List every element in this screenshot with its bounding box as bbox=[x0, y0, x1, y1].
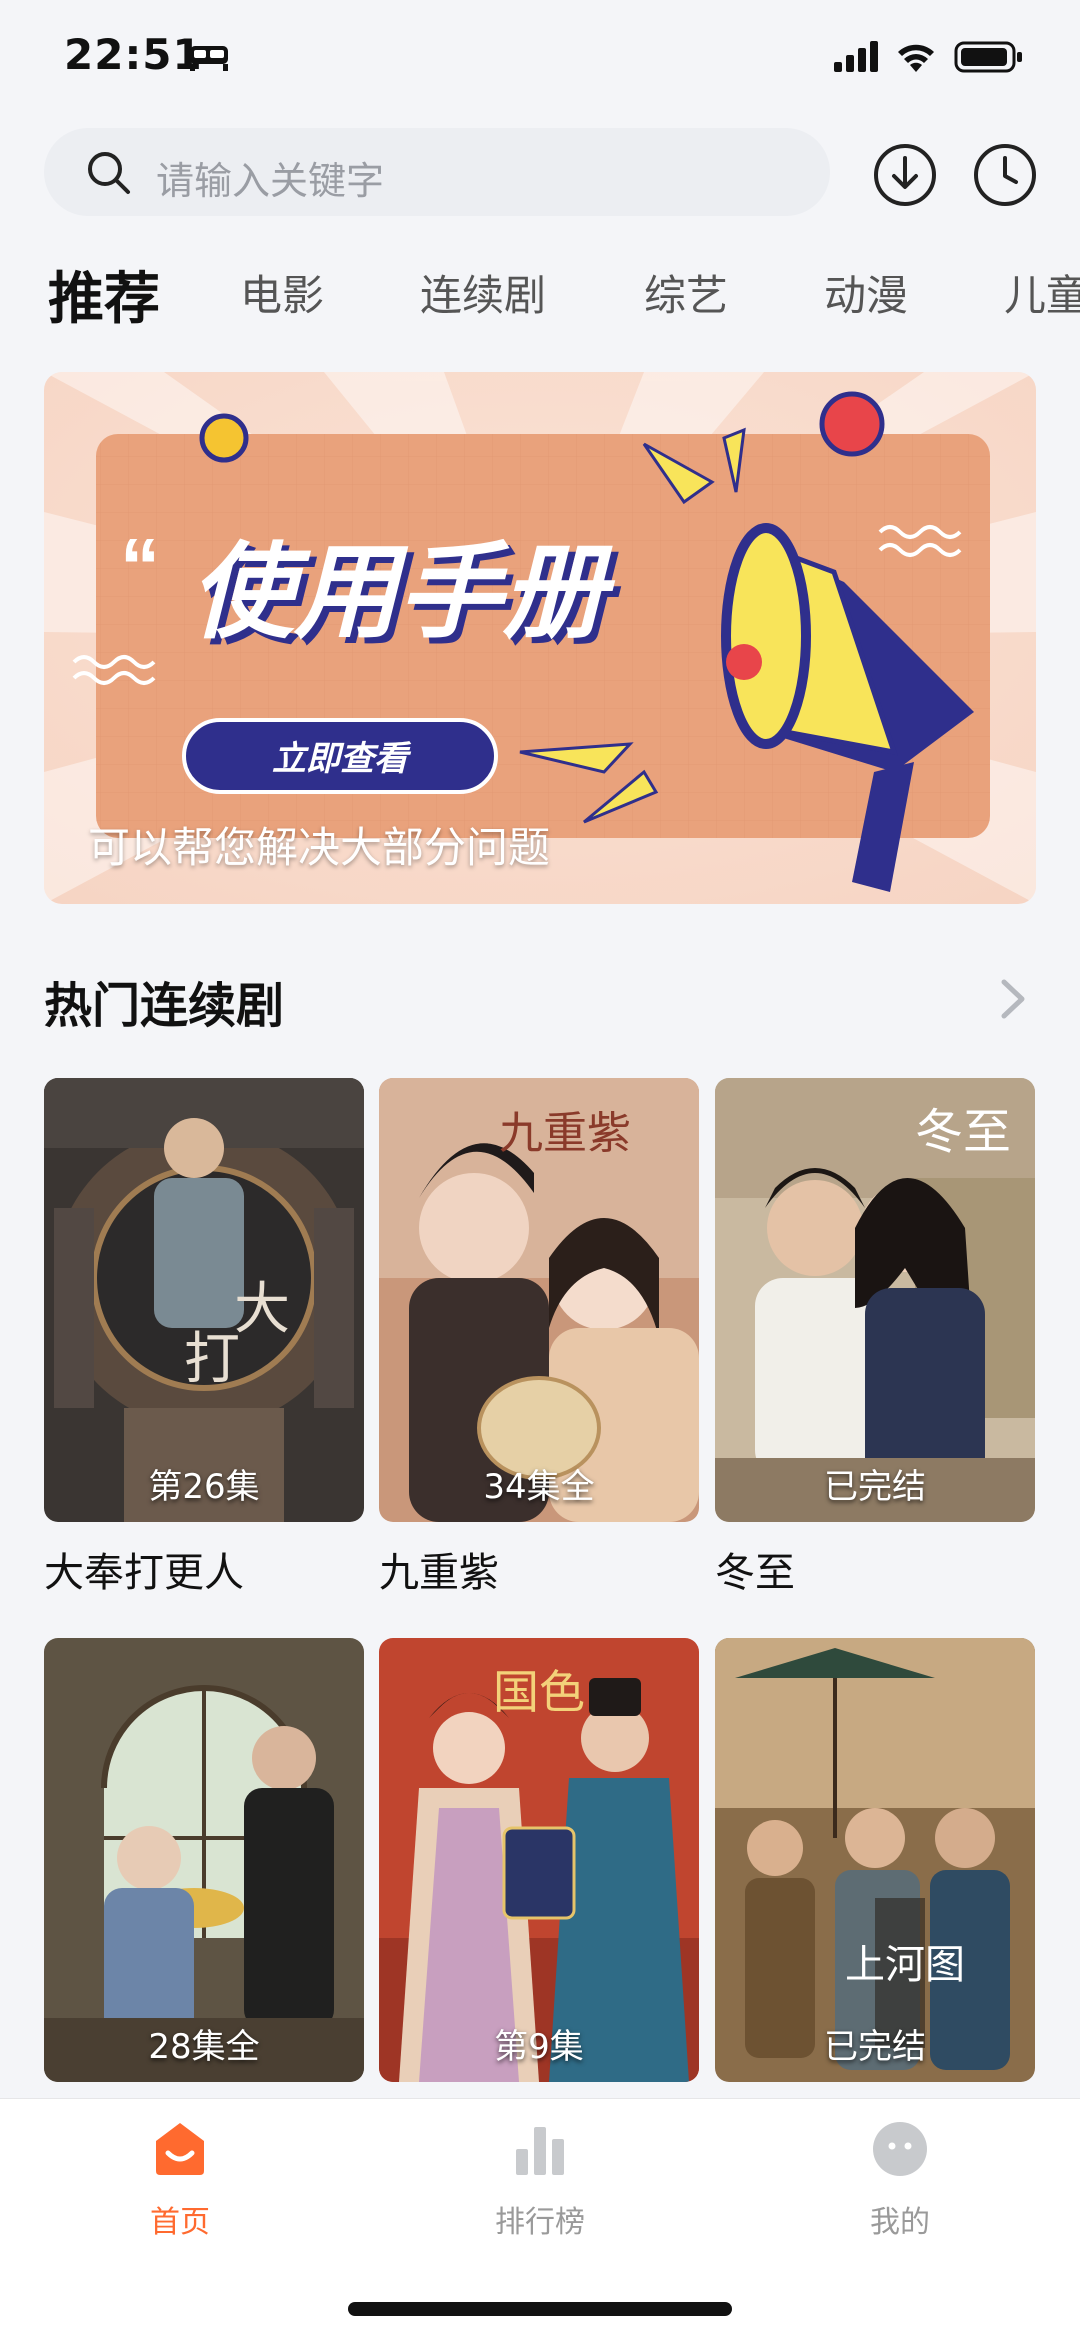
profile-icon bbox=[873, 2122, 927, 2176]
chevron-right-icon[interactable] bbox=[998, 976, 1028, 1022]
search-icon bbox=[88, 152, 130, 194]
tab-movie[interactable]: 电影 bbox=[240, 262, 324, 323]
svg-text:“: “ bbox=[120, 522, 160, 611]
history-icon[interactable] bbox=[972, 142, 1038, 208]
wifi-icon bbox=[898, 44, 934, 72]
episode-badge: 28集全 bbox=[148, 2027, 260, 2067]
episode-badge: 34集全 bbox=[483, 1467, 595, 1507]
ranking-icon bbox=[516, 2127, 564, 2175]
banner-button-label[interactable]: 立即查看 bbox=[272, 740, 412, 778]
episode-badge: 第9集 bbox=[494, 2027, 584, 2067]
series-poster[interactable]: 打 大 第26集 bbox=[44, 1078, 364, 1522]
category-tabs: 推荐 电影 连续剧 综艺 动漫 儿童 bbox=[0, 250, 1080, 340]
tab-anime[interactable]: 动漫 bbox=[824, 262, 908, 323]
nav-profile-label: 我的 bbox=[870, 2205, 930, 2240]
nav-ranking[interactable]: 排行榜 bbox=[440, 2119, 640, 2241]
status-bar: 22:51 bbox=[0, 0, 1080, 110]
signal-icon bbox=[834, 41, 878, 72]
tab-kids[interactable]: 儿童 bbox=[1004, 262, 1080, 323]
episode-badge: 已完结 bbox=[824, 2027, 926, 2067]
svg-text:打: 打 bbox=[184, 1327, 240, 1392]
banner-headline: 使用手册 bbox=[190, 535, 616, 651]
series-poster[interactable]: 上河图 已完结 bbox=[715, 1638, 1035, 2082]
series-title: 冬至 bbox=[715, 1550, 795, 1596]
battery-icon bbox=[954, 41, 1022, 73]
svg-text:国色: 国色 bbox=[493, 1665, 585, 1719]
nav-ranking-label: 排行榜 bbox=[495, 2205, 585, 2240]
series-title: 大奉打更人 bbox=[44, 1550, 244, 1596]
svg-text:大: 大 bbox=[234, 1277, 290, 1342]
series-card[interactable]: 上河图 已完结 bbox=[715, 1638, 1035, 2082]
tab-variety[interactable]: 综艺 bbox=[644, 262, 728, 323]
nav-profile[interactable]: 我的 bbox=[800, 2119, 1000, 2241]
nav-home-label: 首页 bbox=[150, 2205, 210, 2240]
series-card[interactable]: 九重紫 34集全 九重紫 bbox=[379, 1078, 699, 1598]
svg-text:上河图: 上河图 bbox=[845, 1942, 965, 1988]
episode-badge: 第26集 bbox=[148, 1467, 260, 1507]
series-card[interactable]: 28集全 bbox=[44, 1638, 364, 2082]
svg-text:九重紫: 九重紫 bbox=[499, 1108, 631, 1159]
svg-text:冬至: 冬至 bbox=[915, 1104, 1011, 1160]
tab-series[interactable]: 连续剧 bbox=[420, 262, 546, 323]
tab-recommend[interactable]: 推荐 bbox=[48, 254, 160, 335]
banner-caption: 可以帮您解决大部分问题 bbox=[88, 823, 551, 872]
series-card[interactable]: 打 大 第26集 大奉打更人 bbox=[44, 1078, 364, 1598]
search-placeholder: 请输入关键字 bbox=[156, 159, 385, 203]
section-title: 热门连续剧 bbox=[44, 978, 285, 1034]
series-poster[interactable]: 冬至 已完结 bbox=[715, 1078, 1035, 1522]
series-poster[interactable]: 九重紫 34集全 bbox=[379, 1078, 699, 1522]
episode-badge: 已完结 bbox=[824, 1467, 926, 1507]
series-title: 九重紫 bbox=[379, 1550, 499, 1596]
series-card[interactable]: 国色 第9集 bbox=[379, 1638, 699, 2082]
status-time: 22:51 bbox=[64, 30, 203, 79]
download-icon[interactable] bbox=[872, 142, 938, 208]
home-indicator[interactable] bbox=[348, 2302, 732, 2316]
search-input[interactable]: 请输入关键字 bbox=[44, 128, 830, 216]
series-poster[interactable]: 28集全 bbox=[44, 1638, 364, 2082]
bed-icon bbox=[190, 46, 228, 71]
banner-manual[interactable]: “ 使用手册 使用手册 立即查看 可以帮您解决大部分问题 bbox=[44, 372, 1036, 904]
series-poster[interactable]: 国色 第9集 bbox=[379, 1638, 699, 2082]
series-card[interactable]: 冬至 已完结 冬至 bbox=[715, 1078, 1035, 1598]
nav-home[interactable]: 首页 bbox=[80, 2119, 280, 2241]
home-icon bbox=[156, 2123, 204, 2175]
